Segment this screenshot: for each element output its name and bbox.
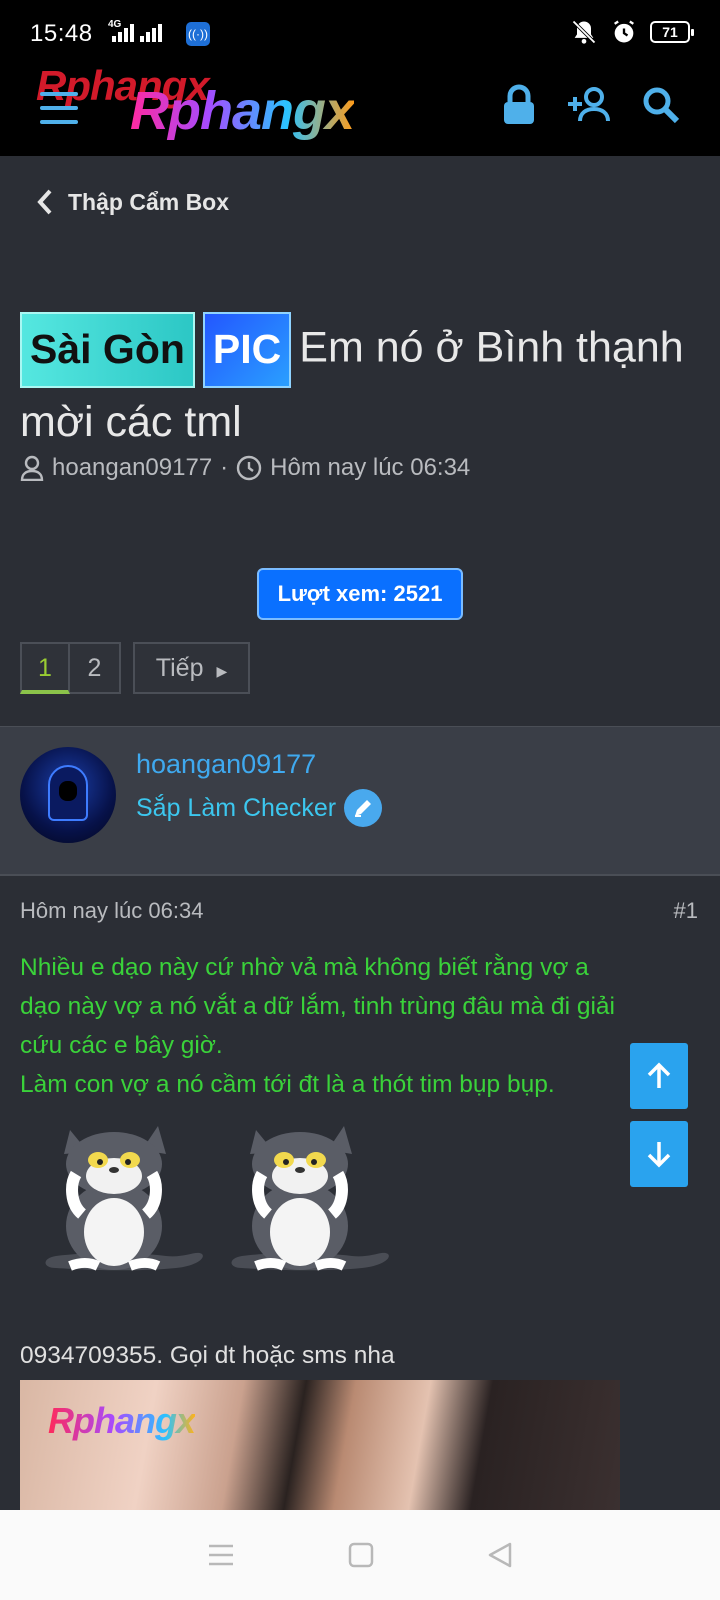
avatar[interactable] [20,747,116,843]
caret-right-icon: ▶ [216,663,228,679]
search-icon[interactable] [642,86,680,124]
hotspot-icon: ((·)) [186,22,210,46]
post-image[interactable]: Rphangx [20,1380,620,1510]
status-right-icons: 71 [570,18,694,46]
post-number[interactable]: #1 [674,898,698,924]
post-line: Làm con vợ a nó cầm tới đt là a thót tim… [20,1071,555,1098]
breadcrumb-label: Thập Cẩm Box [68,188,230,215]
add-user-icon[interactable] [566,87,612,123]
status-time: 15:48 [30,20,93,47]
post-body: Nhiều e dạo này cứ nhờ vả mà không biết … [20,948,700,1104]
site-logo[interactable]: Rphangx Rphangx [34,62,434,156]
alarm-icon [614,20,634,43]
status-bar: 15:48 4G ((·)) 71 [0,0,720,62]
post-phone-line: 0934709355. Gọi dt hoặc sms nha [20,1342,395,1369]
post-meta: Hôm nay lúc 06:34 #1 [20,898,698,924]
user-icon [20,455,44,481]
arrow-down-icon [647,1142,671,1168]
next-page-button[interactable]: Tiếp ▶ [133,642,250,694]
page-1-button[interactable]: 1 [20,642,70,694]
logo-text-front: Rphangx [130,81,355,141]
image-watermark: Rphangx [48,1400,196,1441]
menu-icon[interactable] [40,92,78,124]
header-actions [502,84,680,126]
crying-cat-sticker [45,1126,203,1271]
chevron-left-icon [37,189,52,215]
mute-bell-icon [572,20,596,44]
recent-apps-icon[interactable] [207,1543,235,1567]
user-rank: Sắp Làm Checker [136,789,383,827]
meta-separator: · [220,454,229,481]
scroll-top-button[interactable] [630,1043,688,1109]
system-nav-bar [0,1510,720,1600]
post-line: cứu các e bây giờ. [20,1032,223,1059]
next-page-label: Tiếp [155,654,204,682]
post-username[interactable]: hoangan09177 [136,749,316,780]
site-header: Rphangx Rphangx [0,62,720,156]
page-2-button[interactable]: 2 [70,642,121,694]
home-icon[interactable] [348,1542,374,1568]
user-rank-label: Sắp Làm Checker [136,793,337,822]
thread-meta: hoangan09177 · Hôm nay lúc 06:34 [20,454,470,482]
breadcrumb-back-link[interactable]: Thập Cẩm Box [36,188,229,216]
clock-icon [236,455,262,481]
pagination: 1 2 Tiếp ▶ [20,642,250,694]
post-line: dạo này vợ a nó vắt a dữ lắm, tinh trùng… [20,993,615,1020]
back-icon[interactable] [487,1541,513,1569]
prefix-location-label[interactable]: Sài Gòn [20,312,195,388]
scroll-bottom-button[interactable] [630,1121,688,1187]
view-count-badge: Lượt xem: 2521 [257,568,463,620]
post-line: Nhiều e dạo này cứ nhờ vả mà không biết … [20,954,589,981]
network-type-label: 4G [108,19,122,30]
thread-title: Sài Gòn PIC Em nó ở Bình thạnh mời các tml [20,312,700,456]
post-time[interactable]: Hôm nay lúc 06:34 [20,898,203,924]
thread-time[interactable]: Hôm nay lúc 06:34 [270,454,470,482]
arrow-up-icon [647,1062,671,1088]
post-user-block: hoangan09177 Sắp Làm Checker [0,726,720,876]
prefix-type-label[interactable]: PIC [202,312,292,388]
signal-bars-2-icon [140,22,162,42]
lock-icon[interactable] [502,84,536,126]
signal-indicators: 4G [102,19,162,42]
crying-cat-sticker [231,1126,389,1271]
edit-badge-icon [344,789,383,827]
battery-indicator: 71 [650,21,694,43]
thread-author[interactable]: hoangan09177 [52,454,212,482]
